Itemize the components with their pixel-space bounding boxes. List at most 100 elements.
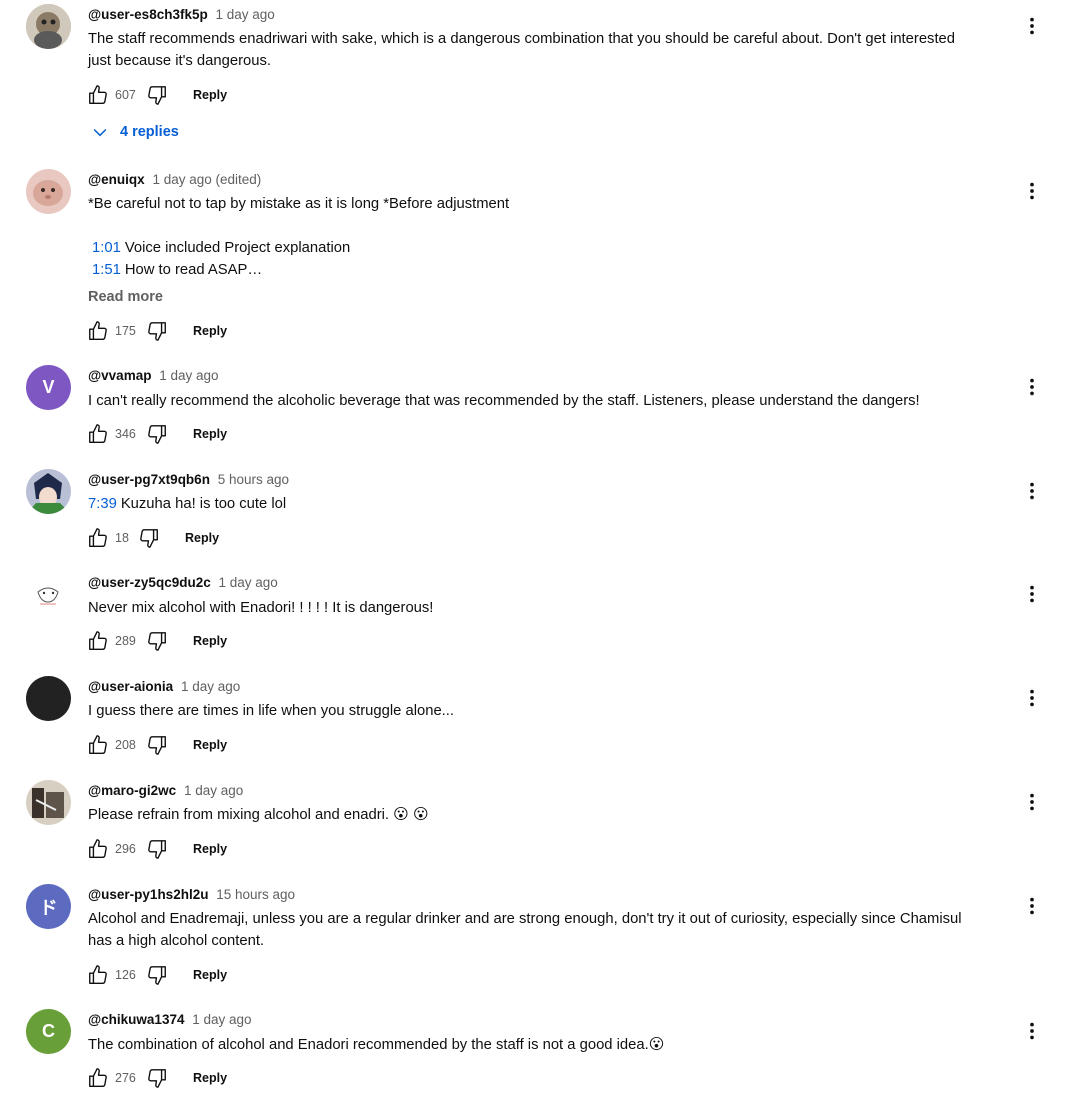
comment-menu-button[interactable] — [1020, 14, 1044, 38]
reply-button[interactable]: Reply — [185, 734, 235, 756]
thumb-down-icon — [146, 84, 168, 106]
comment-actions: 296 Reply — [86, 837, 235, 861]
reply-button[interactable]: Reply — [185, 838, 235, 860]
comment-line: Alcohol and Enadremaji, unless you are a… — [88, 911, 962, 927]
reply-button[interactable]: Reply — [185, 84, 235, 106]
like-button[interactable] — [86, 1066, 110, 1090]
avatar[interactable] — [26, 469, 71, 514]
view-replies-button[interactable]: 4 replies — [90, 122, 179, 142]
reply-button[interactable]: Reply — [185, 423, 235, 445]
avatar-letter: V — [42, 377, 55, 397]
avatar-letter: C — [42, 1021, 55, 1041]
timestamp-link[interactable]: 1:51 — [92, 262, 121, 278]
timestamp-link[interactable]: 1:01 — [92, 240, 121, 256]
timestamp-link[interactable]: 7:39 — [88, 496, 117, 512]
dislike-button[interactable] — [145, 1066, 169, 1090]
dislike-button[interactable] — [145, 629, 169, 653]
comment-author[interactable]: @vvamap — [88, 368, 151, 383]
comment-time[interactable]: 1 day ago — [218, 575, 277, 590]
comment-menu-button[interactable] — [1020, 375, 1044, 399]
comment-menu-button[interactable] — [1020, 1019, 1044, 1043]
dislike-button[interactable] — [145, 733, 169, 757]
like-button[interactable] — [86, 963, 110, 987]
comment-time[interactable]: 1 day ago — [184, 783, 243, 798]
comment-time[interactable]: 5 hours ago — [218, 472, 289, 487]
reply-button[interactable]: Reply — [177, 527, 227, 549]
avatar[interactable]: ド — [26, 884, 71, 929]
avatar[interactable] — [26, 169, 71, 214]
dislike-button[interactable] — [145, 319, 169, 343]
thumb-down-icon — [146, 1067, 168, 1089]
thumb-down-icon — [146, 964, 168, 986]
comment-header: @maro-gi2wc 1 day ago — [88, 783, 243, 798]
comment-actions: 18 Reply — [86, 526, 227, 550]
more-vert-icon — [1021, 687, 1043, 709]
comment-actions: 276 Reply — [86, 1066, 235, 1090]
comment-time[interactable]: 15 hours ago — [216, 887, 295, 902]
like-count: 346 — [115, 427, 136, 441]
comment-actions: 607 Reply — [86, 83, 235, 107]
comment-header: @enuiqx 1 day ago (edited) — [88, 172, 261, 187]
comment-header: @chikuwa1374 1 day ago — [88, 1012, 252, 1027]
reply-button[interactable]: Reply — [185, 630, 235, 652]
avatar[interactable] — [26, 780, 71, 825]
dislike-button[interactable] — [145, 422, 169, 446]
comment-author[interactable]: @chikuwa1374 — [88, 1012, 184, 1027]
dislike-button[interactable] — [137, 526, 161, 550]
like-count: 18 — [115, 531, 129, 545]
comment-menu-button[interactable] — [1020, 686, 1044, 710]
dislike-button[interactable] — [145, 837, 169, 861]
avatar[interactable]: C — [26, 1009, 71, 1054]
comment-menu-button[interactable] — [1020, 790, 1044, 814]
comment-time[interactable]: 1 day ago — [181, 679, 240, 694]
read-more-button[interactable]: Read more — [88, 289, 163, 305]
chapter-text: Voice included Project explanation — [124, 240, 351, 256]
like-button[interactable] — [86, 526, 110, 550]
surprised-emoji: 😮 — [648, 1036, 665, 1053]
comment-author[interactable]: @user-aionia — [88, 679, 173, 694]
comment-menu-button[interactable] — [1020, 479, 1044, 503]
comment-time[interactable]: 1 day ago — [192, 1012, 251, 1027]
comment-author[interactable]: @user-zy5qc9du2c — [88, 575, 211, 590]
like-button[interactable] — [86, 629, 110, 653]
comment-author[interactable]: @maro-gi2wc — [88, 783, 176, 798]
like-count: 289 — [115, 634, 136, 648]
comment-text: Please refrain from mixing alcohol and e… — [88, 804, 1003, 826]
comment-author[interactable]: @user-pg7xt9qb6n — [88, 472, 210, 487]
like-button[interactable] — [86, 83, 110, 107]
comment-menu-button[interactable] — [1020, 582, 1044, 606]
comment-time[interactable]: 1 day ago — [216, 7, 275, 22]
comment-time[interactable]: 1 day ago — [159, 368, 218, 383]
dislike-button[interactable] — [145, 83, 169, 107]
more-vert-icon — [1021, 583, 1043, 605]
like-button[interactable] — [86, 319, 110, 343]
thumb-up-icon — [87, 527, 109, 549]
comment-text: I guess there are times in life when you… — [88, 700, 1003, 722]
chevron-down-icon — [93, 128, 107, 137]
comment-actions: 208 Reply — [86, 733, 235, 757]
avatar[interactable] — [26, 676, 71, 721]
comment-line-text: The combination of alcohol and Enadori r… — [88, 1037, 649, 1053]
like-count: 296 — [115, 842, 136, 856]
comment-line: 7:39 Kuzuha ha! is too cute lol — [88, 493, 1003, 515]
comment-menu-button[interactable] — [1020, 894, 1044, 918]
dislike-button[interactable] — [145, 963, 169, 987]
comment-menu-button[interactable] — [1020, 179, 1044, 203]
comment-author[interactable]: @user-py1hs2hl2u — [88, 887, 208, 902]
like-button[interactable] — [86, 422, 110, 446]
comment-line-text: Kuzuha ha! is too cute lol — [120, 496, 287, 512]
comment-author[interactable]: @user-es8ch3fk5p — [88, 7, 208, 22]
comment-author[interactable]: @enuiqx — [88, 172, 145, 187]
thumb-down-icon — [146, 423, 168, 445]
reply-button[interactable]: Reply — [185, 1067, 235, 1089]
avatar[interactable] — [26, 4, 71, 49]
avatar[interactable]: V — [26, 365, 71, 410]
avatar[interactable] — [26, 572, 71, 617]
comment-time[interactable]: 1 day ago (edited) — [152, 172, 261, 187]
like-button[interactable] — [86, 837, 110, 861]
comment-text: *Be careful not to tap by mistake as it … — [88, 193, 1003, 281]
like-button[interactable] — [86, 733, 110, 757]
reply-button[interactable]: Reply — [185, 964, 235, 986]
thumb-down-icon — [146, 320, 168, 342]
reply-button[interactable]: Reply — [185, 320, 235, 342]
